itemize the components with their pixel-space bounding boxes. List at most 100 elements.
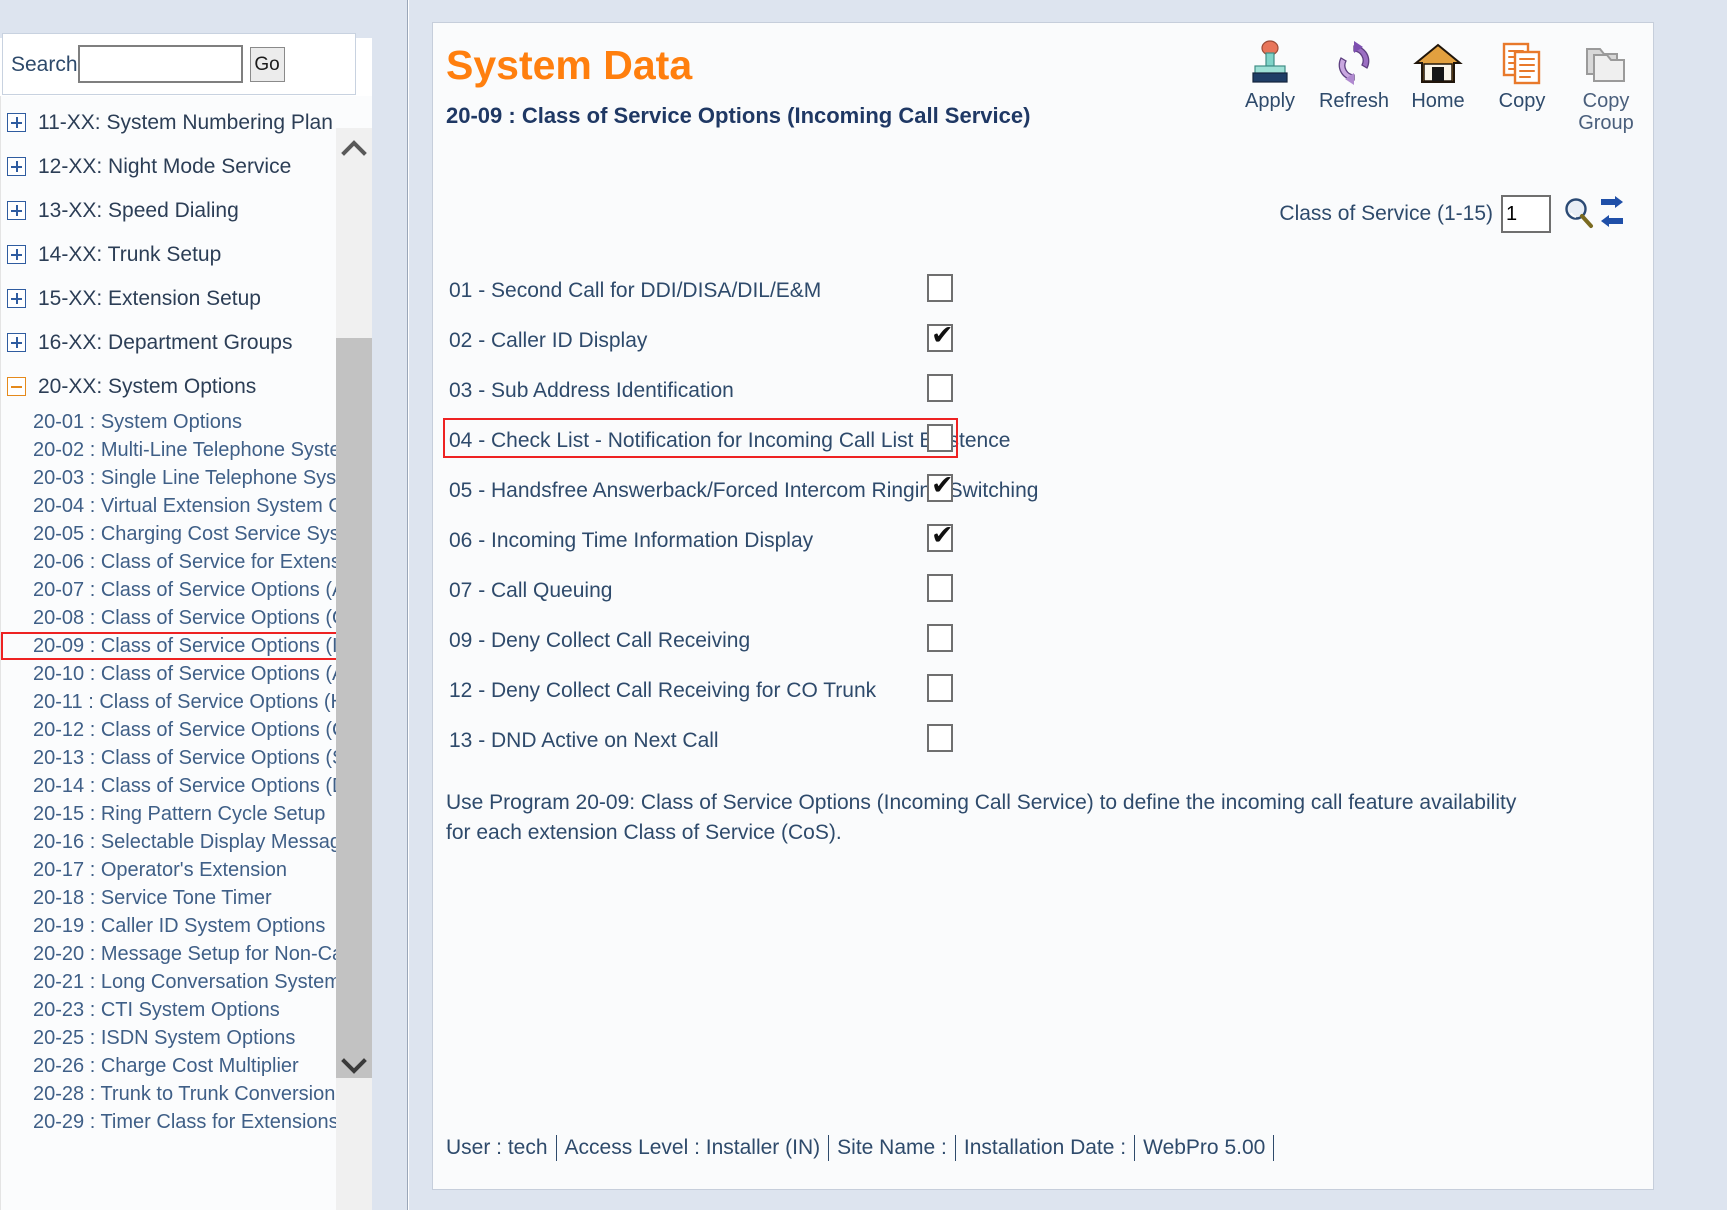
- app-window: Search Go 11-XX: System Numbering Plan 12…: [0, 0, 1727, 1210]
- tree-item[interactable]: 20-06 : Class of Service for Extensions: [1, 548, 372, 576]
- page-title: System Data: [446, 42, 693, 88]
- tree-item[interactable]: 20-26 : Charge Cost Multiplier: [1, 1052, 372, 1080]
- option-row: 07 - Call Queuing: [446, 565, 1576, 615]
- tree-group-label: 20-XX: System Options: [38, 374, 257, 398]
- scroll-up-button[interactable]: [336, 128, 372, 168]
- tree-group[interactable]: 14-XX: Trunk Setup: [1, 232, 372, 276]
- search-label: Search: [11, 52, 78, 76]
- tree-item[interactable]: 20-05 : Charging Cost Service System Opt: [1, 520, 372, 548]
- content-card: System Data 20-09 : Class of Service Opt…: [432, 22, 1654, 1190]
- tree-item[interactable]: 20-02 : Multi-Line Telephone System Opti: [1, 436, 372, 464]
- tree-group[interactable]: 13-XX: Speed Dialing: [1, 188, 372, 232]
- apply-button[interactable]: Apply: [1231, 35, 1309, 113]
- option-row: 13 - DND Active on Next Call: [446, 715, 1576, 765]
- expand-plus-icon[interactable]: [7, 332, 26, 352]
- expand-plus-icon[interactable]: [7, 156, 26, 176]
- tree-item[interactable]: 20-15 : Ring Pattern Cycle Setup: [1, 800, 372, 828]
- option-label: 13 - DND Active on Next Call: [449, 728, 719, 752]
- tree-item-selected[interactable]: 20-09 : Class of Service Options (Incomi…: [1, 632, 341, 660]
- tree-group[interactable]: 16-XX: Department Groups: [1, 320, 372, 364]
- checkmark-icon: ✔: [931, 320, 954, 351]
- tree-item[interactable]: 20-10 : Class of Service Options (Answer: [1, 660, 372, 688]
- tree-group-expanded[interactable]: 20-XX: System Options: [1, 364, 372, 408]
- footer-version: WebPro 5.00: [1143, 1136, 1266, 1159]
- tree-item[interactable]: 20-16 : Selectable Display Messages: [1, 828, 372, 856]
- option-row: 05 - Handsfree Answerback/Forced Interco…: [446, 465, 1576, 515]
- toolbar-button-label: Apply: [1244, 90, 1296, 112]
- option-checkbox[interactable]: ✔: [927, 520, 954, 552]
- tree-item[interactable]: 20-29 : Timer Class for Extensions: [1, 1108, 372, 1136]
- tree-item[interactable]: 20-23 : CTI System Options: [1, 996, 372, 1024]
- refresh-button[interactable]: Refresh: [1315, 35, 1393, 113]
- program-tree: 11-XX: System Numbering Plan 12-XX: Night…: [0, 96, 372, 1210]
- option-checkbox[interactable]: [927, 674, 953, 702]
- option-row: 02 - Caller ID Display ✔: [446, 315, 1576, 365]
- tree-item[interactable]: 20-13 : Class of Service Options (Supple…: [1, 744, 372, 772]
- copy-button[interactable]: Copy: [1483, 35, 1561, 113]
- option-checkbox[interactable]: [927, 724, 953, 752]
- next-prev-arrows-icon[interactable]: [1599, 196, 1625, 232]
- collapse-minus-icon[interactable]: [7, 376, 26, 396]
- tree-group-label: 16-XX: Department Groups: [38, 330, 293, 354]
- class-of-service-input[interactable]: [1501, 195, 1551, 233]
- tree-item[interactable]: 20-17 : Operator's Extension: [1, 856, 372, 884]
- expand-plus-icon[interactable]: [7, 200, 26, 220]
- option-row: 04 - Check List - Notification for Incom…: [443, 415, 1576, 465]
- footer-site-name: Site Name :: [837, 1136, 947, 1159]
- tree-item[interactable]: 20-25 : ISDN System Options: [1, 1024, 372, 1052]
- tree-item[interactable]: 20-18 : Service Tone Timer: [1, 884, 372, 912]
- search-input[interactable]: [77, 45, 243, 83]
- search-go-button[interactable]: Go: [249, 46, 285, 82]
- tree-item[interactable]: 20-28 : Trunk to Trunk Conversion Syster: [1, 1080, 372, 1108]
- tree-item[interactable]: 20-20 : Message Setup for Non-Caller ID: [1, 940, 372, 968]
- expand-plus-icon[interactable]: [7, 112, 26, 132]
- option-label: 02 - Caller ID Display: [449, 328, 648, 352]
- toolbar-button-label: Home: [1411, 90, 1465, 112]
- tree-item[interactable]: 20-11 : Class of Service Options (Hold/T…: [1, 688, 372, 716]
- scrollbar-thumb[interactable]: [336, 338, 372, 1078]
- option-row: 12 - Deny Collect Call Receiving for CO …: [446, 665, 1576, 715]
- tree-item[interactable]: 20-08 : Class of Service Options (Outgoi…: [1, 604, 372, 632]
- class-of-service-label: Class of Service (1-15): [1279, 202, 1493, 225]
- tree-group[interactable]: 15-XX: Extension Setup: [1, 276, 372, 320]
- tree-item[interactable]: 20-03 : Single Line Telephone System Op: [1, 464, 372, 492]
- pane-divider: [372, 0, 408, 1210]
- option-checkbox[interactable]: [927, 274, 953, 302]
- main-content: System Data 20-09 : Class of Service Opt…: [409, 0, 1727, 1210]
- tree-item[interactable]: 20-04 : Virtual Extension System Options: [1, 492, 372, 520]
- expand-plus-icon[interactable]: [7, 244, 26, 264]
- scroll-down-button[interactable]: [336, 1046, 372, 1086]
- option-checkbox[interactable]: [927, 424, 953, 452]
- home-button[interactable]: Home: [1399, 35, 1477, 113]
- checkmark-icon: ✔: [931, 470, 954, 501]
- tree-item[interactable]: 20-01 : System Options: [1, 408, 372, 436]
- expand-plus-icon[interactable]: [7, 288, 26, 308]
- copy-group-button: Copy Group: [1567, 35, 1645, 134]
- option-checkbox[interactable]: ✔: [927, 470, 954, 502]
- option-checkbox[interactable]: [927, 574, 953, 602]
- options-list: 01 - Second Call for DDI/DISA/DIL/E&M 02 …: [443, 265, 1576, 765]
- option-row: 09 - Deny Collect Call Receiving: [446, 615, 1576, 665]
- option-checkbox[interactable]: [927, 624, 953, 652]
- option-row: 01 - Second Call for DDI/DISA/DIL/E&M: [446, 265, 1576, 315]
- magnifier-icon[interactable]: [1561, 196, 1597, 232]
- sidebar-scrollbar[interactable]: [336, 128, 372, 1210]
- footer-user: User : tech: [446, 1136, 548, 1159]
- tree-group[interactable]: 12-XX: Night Mode Service: [1, 144, 372, 188]
- tree-item[interactable]: 20-14 : Class of Service Options (DISA/E…: [1, 772, 372, 800]
- footer-separator: [1273, 1135, 1275, 1161]
- checkmark-icon: ✔: [931, 520, 954, 551]
- option-label: 07 - Call Queuing: [449, 578, 613, 602]
- tree-item[interactable]: 20-19 : Caller ID System Options: [1, 912, 372, 940]
- tree-group[interactable]: 11-XX: System Numbering Plan: [1, 100, 372, 144]
- option-row: 06 - Incoming Time Information Display ✔: [446, 515, 1576, 565]
- option-checkbox[interactable]: ✔: [927, 320, 954, 352]
- toolbar-button-label: Copy: [1498, 90, 1546, 112]
- tree-item[interactable]: 20-07 : Class of Service Options (Admini…: [1, 576, 372, 604]
- tree-item[interactable]: 20-12 : Class of Service Options (Chargi…: [1, 716, 372, 744]
- home-icon: [1413, 35, 1463, 87]
- option-label: 12 - Deny Collect Call Receiving for CO …: [449, 678, 877, 702]
- option-checkbox[interactable]: [927, 374, 953, 402]
- tree-item[interactable]: 20-21 : Long Conversation System Option: [1, 968, 372, 996]
- tree-group-label: 12-XX: Night Mode Service: [38, 154, 292, 178]
